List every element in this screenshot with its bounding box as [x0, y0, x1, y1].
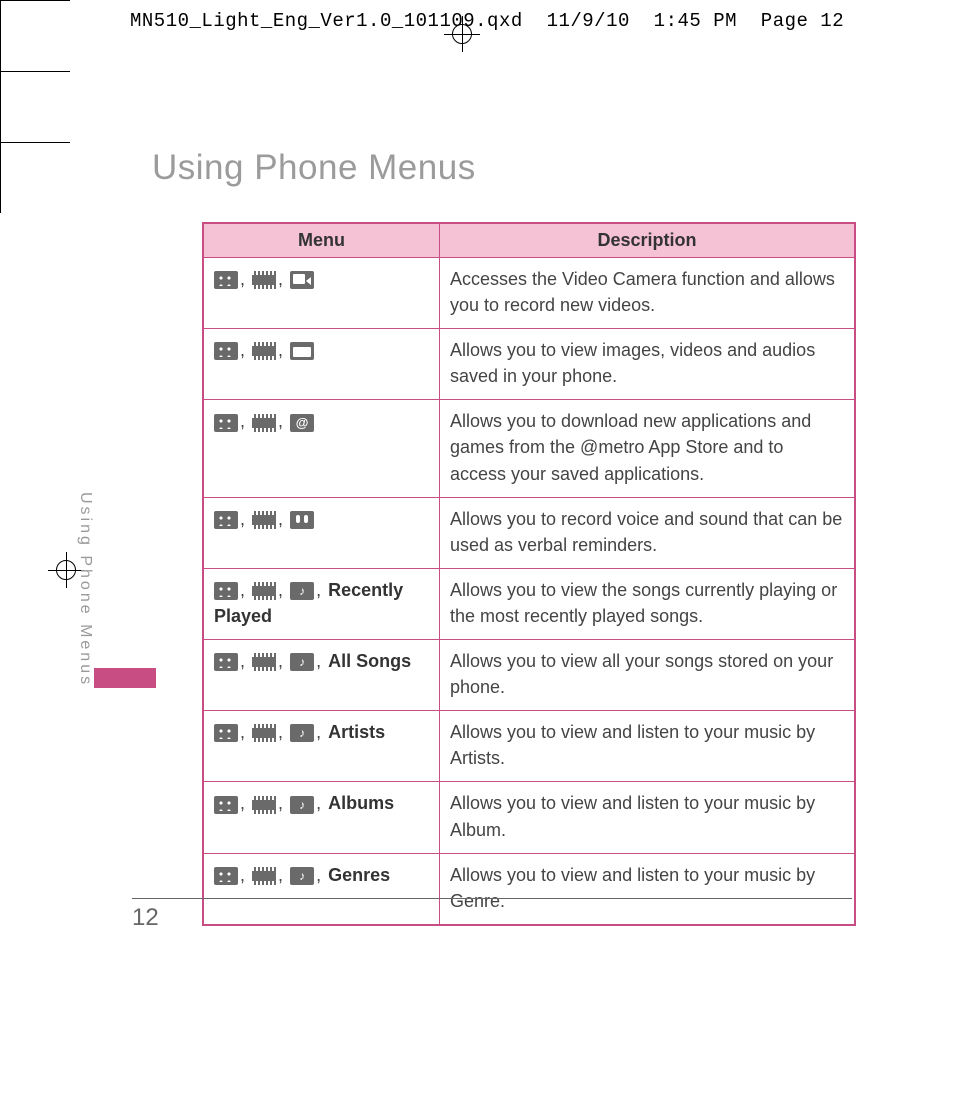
table-row: , , , AlbumsAllows you to view and liste…: [204, 782, 854, 853]
grid-icon: [214, 724, 238, 742]
grid-icon: [214, 511, 238, 529]
table-row: , , , GenresAllows you to view and liste…: [204, 853, 854, 924]
col-header-menu: Menu: [204, 224, 440, 258]
separator: ,: [240, 651, 245, 671]
menu-table: Menu Description , , Accesses the Video …: [202, 222, 856, 926]
crop-mark: [0, 1, 1, 71]
separator: ,: [278, 793, 283, 813]
separator: ,: [240, 865, 245, 885]
separator: ,: [316, 722, 321, 742]
grid-icon: [214, 653, 238, 671]
menu-cell: , , , All Songs: [204, 640, 440, 711]
separator: ,: [240, 793, 245, 813]
separator: ,: [240, 269, 245, 289]
separator: ,: [278, 722, 283, 742]
section-title: Using Phone Menus: [152, 148, 476, 188]
separator: ,: [240, 509, 245, 529]
separator: ,: [316, 651, 321, 671]
separator: ,: [278, 651, 283, 671]
grid-icon: [214, 582, 238, 600]
note-icon: [290, 867, 314, 885]
note-icon: [290, 582, 314, 600]
table-row: , , , Recently PlayedAllows you to view …: [204, 568, 854, 639]
menu-entry-label: Albums: [328, 793, 394, 813]
description-cell: Allows you to view and listen to your mu…: [440, 711, 855, 782]
table-row: , , Allows you to view images, videos an…: [204, 329, 854, 400]
separator: ,: [316, 793, 321, 813]
table-row: , , Allows you to download new applicati…: [204, 400, 854, 497]
at-icon: [290, 414, 314, 432]
description-cell: Allows you to view and listen to your mu…: [440, 782, 855, 853]
film-icon: [252, 796, 276, 814]
print-proof-header: MN510_Light_Eng_Ver1.0_101109.qxd 11/9/1…: [130, 10, 924, 32]
note-icon: [290, 724, 314, 742]
description-cell: Allows you to view and listen to your mu…: [440, 853, 855, 924]
separator: ,: [278, 865, 283, 885]
menu-cell: , , , Genres: [204, 853, 440, 924]
menu-cell: , ,: [204, 497, 440, 568]
page-number: 12: [132, 904, 159, 932]
side-tab-label: Using Phone Menus: [77, 492, 94, 687]
crop-mark: [0, 142, 70, 143]
description-cell: Allows you to download new applications …: [440, 400, 855, 497]
separator: ,: [278, 269, 283, 289]
film-icon: [252, 271, 276, 289]
film-icon: [252, 867, 276, 885]
crop-mark: [0, 71, 70, 72]
voice-icon: [290, 511, 314, 529]
separator: ,: [240, 411, 245, 431]
film-icon: [252, 511, 276, 529]
menu-entry-label: Artists: [328, 722, 385, 742]
menu-cell: , ,: [204, 400, 440, 497]
description-cell: Allows you to view images, videos and au…: [440, 329, 855, 400]
separator: ,: [278, 509, 283, 529]
table-row: , , , ArtistsAllows you to view and list…: [204, 711, 854, 782]
crop-mark: [0, 143, 1, 213]
page-rule: [132, 898, 852, 899]
crop-mark: [0, 0, 70, 1]
table-row: , , , All SongsAllows you to view all yo…: [204, 640, 854, 711]
grid-icon: [214, 796, 238, 814]
grid-icon: [214, 342, 238, 360]
separator: ,: [278, 580, 283, 600]
separator: ,: [240, 340, 245, 360]
grid-icon: [214, 414, 238, 432]
film-icon: [252, 414, 276, 432]
separator: ,: [316, 580, 321, 600]
description-cell: Allows you to view the songs currently p…: [440, 568, 855, 639]
menu-cell: , , , Artists: [204, 711, 440, 782]
side-tab-accent: [94, 668, 156, 688]
table-row: , , Allows you to record voice and sound…: [204, 497, 854, 568]
note-icon: [290, 653, 314, 671]
note-icon: [290, 796, 314, 814]
description-cell: Allows you to record voice and sound tha…: [440, 497, 855, 568]
film-icon: [252, 342, 276, 360]
table-row: , , Accesses the Video Camera function a…: [204, 258, 854, 329]
grid-icon: [214, 867, 238, 885]
description-cell: Allows you to view all your songs stored…: [440, 640, 855, 711]
film-icon: [252, 653, 276, 671]
separator: ,: [316, 865, 321, 885]
crop-mark: [0, 72, 1, 142]
separator: ,: [240, 722, 245, 742]
cam-icon: [290, 271, 314, 289]
description-cell: Accesses the Video Camera function and a…: [440, 258, 855, 329]
separator: ,: [278, 340, 283, 360]
menu-cell: , , , Recently Played: [204, 568, 440, 639]
col-header-description: Description: [440, 224, 855, 258]
menu-entry-label: Genres: [328, 865, 390, 885]
separator: ,: [278, 411, 283, 431]
separator: ,: [240, 580, 245, 600]
side-tab: Using Phone Menus: [76, 492, 94, 687]
menu-cell: , ,: [204, 258, 440, 329]
page-content: Using Phone Menus Using Phone Menus Menu…: [106, 92, 896, 1052]
grid-icon: [214, 271, 238, 289]
film-icon: [252, 724, 276, 742]
menu-entry-label: All Songs: [328, 651, 411, 671]
film-icon: [252, 582, 276, 600]
menu-cell: , , , Albums: [204, 782, 440, 853]
folder-icon: [290, 342, 314, 360]
menu-cell: , ,: [204, 329, 440, 400]
